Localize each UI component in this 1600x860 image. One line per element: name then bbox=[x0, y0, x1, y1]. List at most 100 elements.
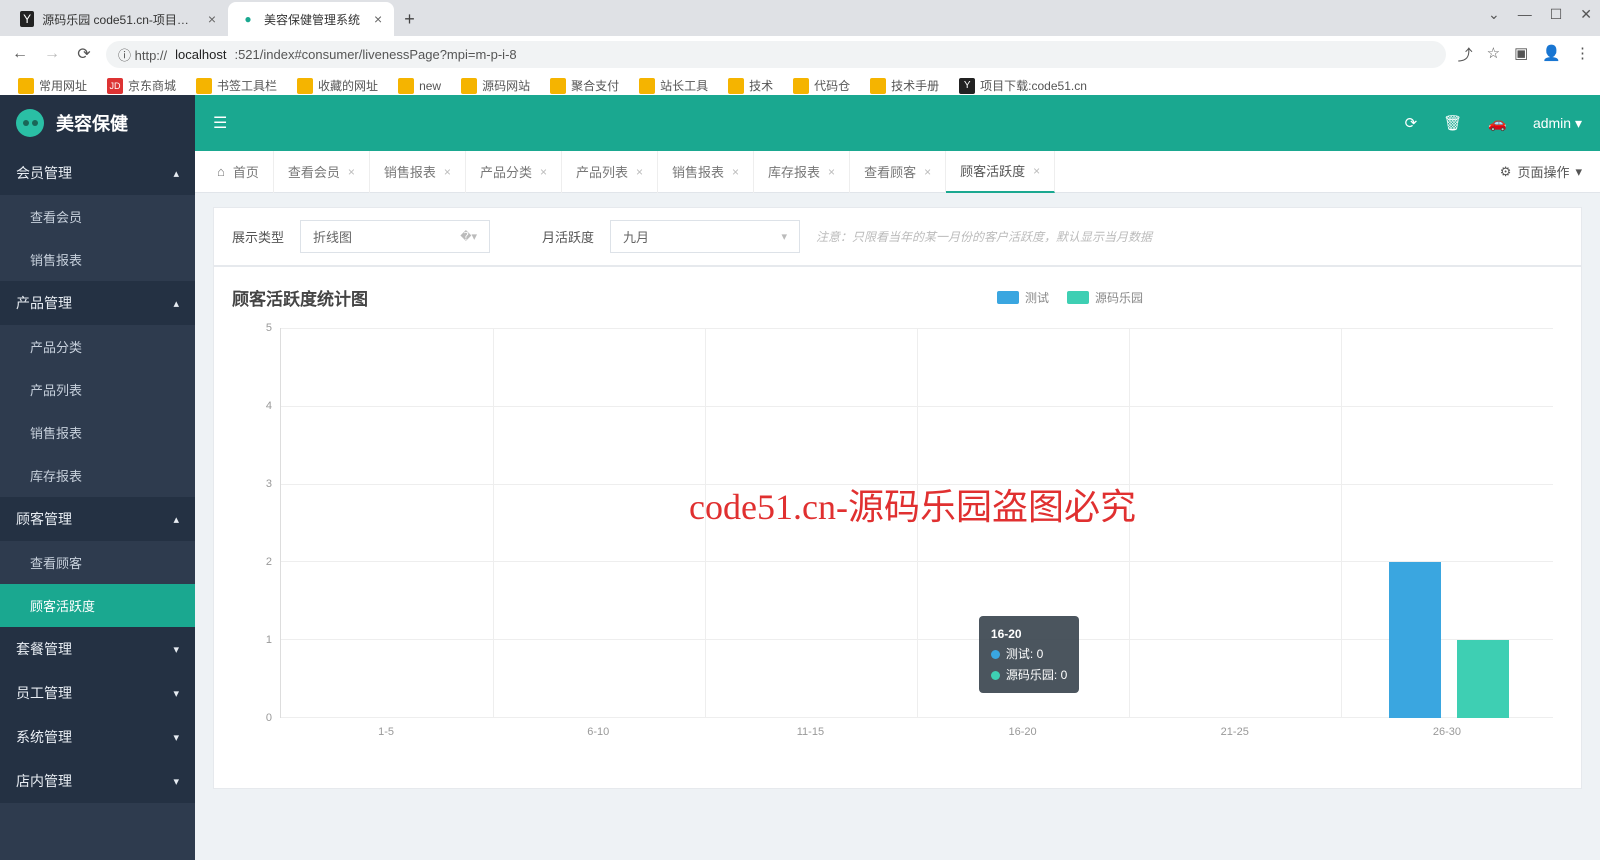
bookmark-item[interactable]: 技术 bbox=[720, 74, 781, 97]
bookmark-icon bbox=[297, 78, 313, 94]
close-icon[interactable]: × bbox=[1033, 164, 1040, 178]
bookmark-item[interactable]: 收藏的网址 bbox=[289, 74, 386, 97]
bookmark-label: 收藏的网址 bbox=[318, 77, 378, 94]
dashboard-icon[interactable]: 🚗 bbox=[1488, 114, 1507, 132]
user-menu[interactable]: admin ▾ bbox=[1533, 115, 1582, 132]
chart-type-select[interactable]: 折线图 �▾ bbox=[300, 220, 490, 253]
browser-tab[interactable]: Y 源码乐园 code51.cn-项目论文化 × bbox=[8, 2, 228, 36]
chevron-down-icon: ▾ bbox=[782, 230, 788, 243]
trash-icon[interactable]: 🗑 bbox=[1443, 114, 1462, 132]
legend-item[interactable]: 测试 bbox=[997, 289, 1049, 306]
sidebar-group[interactable]: 系统管理▾ bbox=[0, 715, 195, 759]
page-operations[interactable]: ⚙ 页面操作 ▾ bbox=[1500, 162, 1592, 181]
new-tab-button[interactable]: + bbox=[394, 3, 425, 36]
close-icon[interactable]: × bbox=[374, 11, 382, 27]
sidebar-item[interactable]: 销售报表 bbox=[0, 238, 195, 281]
window-minimize-icon[interactable]: — bbox=[1518, 6, 1532, 23]
tab-label: 顾客活跃度 bbox=[960, 161, 1025, 180]
bookmark-item[interactable]: 站长工具 bbox=[631, 74, 716, 97]
sidebar-item[interactable]: 顾客活跃度 bbox=[0, 584, 195, 627]
bookmark-item[interactable]: 源码网站 bbox=[453, 74, 538, 97]
filter-bar: 展示类型 折线图 �▾ 月活跃度 九月 ▾ 注意：只限看当年的某一月份的客户活跃… bbox=[213, 207, 1582, 266]
share-icon[interactable]: ⤴ bbox=[1458, 44, 1473, 65]
sidebar-group[interactable]: 顾客管理▴ bbox=[0, 497, 195, 541]
page-tab[interactable]: 查看顾客 × bbox=[850, 151, 946, 193]
tab-home[interactable]: ⌂ 首页 bbox=[203, 151, 274, 193]
sidebar-item[interactable]: 产品列表 bbox=[0, 368, 195, 411]
page-tab[interactable]: 库存报表× bbox=[754, 151, 850, 193]
window-close-icon[interactable]: ✕ bbox=[1580, 6, 1592, 23]
filter-month-label: 月活跃度 bbox=[542, 227, 594, 246]
page-tab[interactable]: 销售报表 × bbox=[370, 151, 466, 193]
extensions-icon[interactable]: ▣ bbox=[1514, 44, 1528, 65]
sidebar-item[interactable]: 库存报表 bbox=[0, 454, 195, 497]
browser-tab[interactable]: ● 美容保健管理系统 × bbox=[228, 2, 394, 36]
sidebar-item[interactable]: 产品分类 bbox=[0, 325, 195, 368]
close-icon[interactable]: × bbox=[636, 165, 643, 179]
star-icon[interactable]: ☆ bbox=[1487, 44, 1500, 65]
page-tab[interactable]: 顾客活跃度 × bbox=[946, 151, 1055, 193]
filter-type-label: 展示类型 bbox=[232, 227, 284, 246]
menu-icon[interactable]: ⋮ bbox=[1575, 44, 1590, 65]
bookmark-icon bbox=[196, 78, 212, 94]
bookmark-icon bbox=[550, 78, 566, 94]
brand-name: 美容保健 bbox=[56, 110, 128, 136]
tab-label: 查看顾客 bbox=[864, 162, 916, 181]
tab-label: 销售报表 bbox=[384, 162, 436, 181]
tab-label: 首页 bbox=[233, 162, 259, 181]
sidebar-group[interactable]: 店内管理▾ bbox=[0, 759, 195, 803]
window-dropdown-icon[interactable]: ⌄ bbox=[1488, 6, 1500, 23]
topbar: ☰ ⟳ 🗑 🚗 admin ▾ bbox=[195, 95, 1600, 151]
bookmark-item[interactable]: new bbox=[390, 75, 449, 97]
bar[interactable] bbox=[1389, 562, 1441, 718]
close-icon[interactable]: × bbox=[540, 165, 547, 179]
page-tab[interactable]: 查看会员× bbox=[274, 151, 370, 193]
forward-icon[interactable]: → bbox=[42, 45, 62, 63]
page-tab[interactable]: 产品列表 × bbox=[562, 151, 658, 193]
url-rest: :521/index#consumer/livenessPage?mpi=m-p… bbox=[234, 47, 516, 62]
y-tick: 4 bbox=[266, 400, 272, 412]
gear-icon: ⚙ bbox=[1500, 164, 1512, 180]
sidebar-item[interactable]: 销售报表 bbox=[0, 411, 195, 454]
select-value: 折线图 bbox=[313, 227, 352, 246]
page-tab[interactable]: 销售报表× bbox=[658, 151, 754, 193]
reload-icon[interactable]: ⟳ bbox=[74, 44, 94, 64]
bookmark-item[interactable]: 常用网址 bbox=[10, 74, 95, 97]
bar[interactable] bbox=[1457, 640, 1509, 718]
sidebar-group[interactable]: 套餐管理▾ bbox=[0, 627, 195, 671]
close-icon[interactable]: × bbox=[924, 165, 931, 179]
window-maximize-icon[interactable]: ☐ bbox=[1550, 6, 1563, 23]
sidebar-group[interactable]: 产品管理▴ bbox=[0, 281, 195, 325]
sidebar-toggle-icon[interactable]: ☰ bbox=[213, 113, 227, 133]
sidebar-item[interactable]: 查看会员 bbox=[0, 195, 195, 238]
bookmark-item[interactable]: JD 京东商城 bbox=[99, 74, 184, 97]
back-icon[interactable]: ← bbox=[10, 45, 30, 63]
bookmark-item[interactable]: 书签工具栏 bbox=[188, 74, 285, 97]
page-tab[interactable]: 产品分类× bbox=[466, 151, 562, 193]
close-icon[interactable]: × bbox=[828, 165, 835, 179]
profile-icon[interactable]: 👤 bbox=[1542, 44, 1561, 65]
close-icon[interactable]: × bbox=[348, 165, 355, 179]
chart-title: 顾客活跃度统计图 bbox=[232, 285, 368, 310]
bookmark-item[interactable]: 代码仓 bbox=[785, 74, 858, 97]
sidebar-group[interactable]: 会员管理▴ bbox=[0, 151, 195, 195]
bookmark-icon: JD bbox=[107, 78, 123, 94]
refresh-icon[interactable]: ⟳ bbox=[1405, 114, 1418, 132]
x-tick: 11-15 bbox=[797, 726, 824, 738]
bookmark-item[interactable]: 技术手册 bbox=[862, 74, 947, 97]
bookmark-label: 项目下载:code51.cn bbox=[980, 77, 1087, 94]
legend-item[interactable]: 源码乐园 bbox=[1067, 289, 1143, 306]
x-tick: 6-10 bbox=[587, 726, 609, 738]
month-select[interactable]: 九月 ▾ bbox=[610, 220, 800, 253]
close-icon[interactable]: × bbox=[444, 165, 451, 179]
bookmark-item[interactable]: Y项目下载:code51.cn bbox=[951, 74, 1095, 97]
tab-label: 产品列表 bbox=[576, 162, 628, 181]
close-icon[interactable]: × bbox=[732, 165, 739, 179]
sidebar-item[interactable]: 查看顾客 bbox=[0, 541, 195, 584]
close-icon[interactable]: × bbox=[208, 11, 216, 27]
sidebar-group[interactable]: 员工管理▾ bbox=[0, 671, 195, 715]
home-icon: ⌂ bbox=[217, 164, 225, 179]
bookmark-item[interactable]: 聚合支付 bbox=[542, 74, 627, 97]
bookmark-label: 京东商城 bbox=[128, 77, 176, 94]
address-bar[interactable]: ⓘ http:// localhost :521/index#consumer/… bbox=[106, 41, 1446, 68]
